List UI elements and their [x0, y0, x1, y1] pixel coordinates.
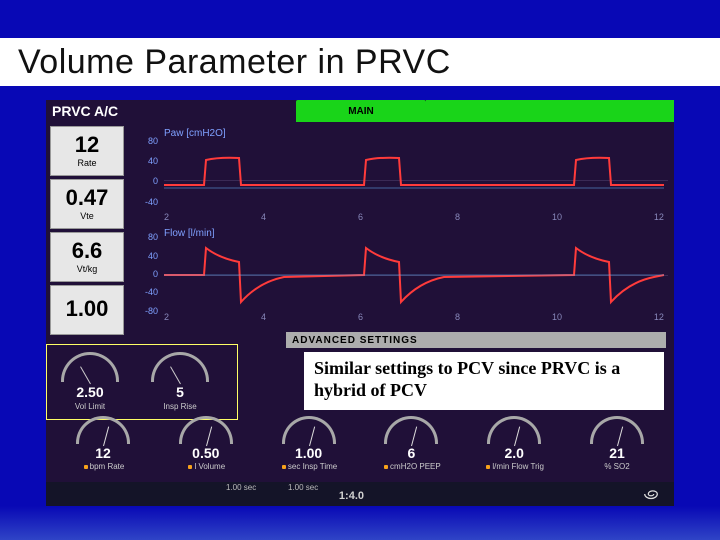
waveform-flow: Flow [l/min] 80 40 0 -40 -80 2 4 6	[130, 228, 668, 320]
callout-box: Similar settings to PCV since PRVC is a …	[304, 352, 664, 410]
mode-bar-spacer	[156, 100, 296, 122]
xtick: 10	[552, 312, 562, 322]
xtick: 2	[164, 312, 169, 322]
gauge-insp-time[interactable]: 1.00 sec Insp Time	[270, 416, 348, 480]
gauge-arc-icon	[487, 416, 541, 444]
xtick: 2	[164, 212, 169, 222]
gauge-volume[interactable]: 0.50 l Volume	[167, 416, 245, 480]
gauge-arc-icon	[282, 416, 336, 444]
gauge-arc-icon	[151, 352, 209, 382]
footer-sec2: 1.00 sec	[288, 483, 318, 492]
slide-title: Volume Parameter in PRVC	[18, 43, 451, 82]
waveform-paw-xaxis: 2 4 6 8 10 12	[164, 212, 668, 222]
gauge-so2-value: 21	[609, 445, 625, 461]
gauge-flow-trig-label: l/min Flow Trig	[484, 463, 544, 472]
swirl-icon	[640, 485, 662, 503]
gauge-vol-limit[interactable]: 2.50 Vol Limit	[52, 352, 128, 411]
waveform-flow-yaxis: 80 40 0 -40 -80	[130, 228, 160, 320]
gauge-arc-icon	[384, 416, 438, 444]
param-vte-value: 0.47	[66, 187, 109, 209]
ytick: 0	[153, 176, 158, 186]
ytick: -40	[145, 197, 158, 207]
ytick: 0	[153, 269, 158, 279]
tab-main[interactable]: MAIN	[296, 100, 426, 122]
xtick: 8	[455, 212, 460, 222]
gauge-peep-label: cmH2O PEEP	[382, 463, 441, 472]
gauge-arc-icon	[61, 352, 119, 382]
slide-footer-decoration	[0, 506, 720, 540]
slide-title-block: Volume Parameter in PRVC	[0, 38, 720, 86]
param-vte[interactable]: 0.47 Vte	[50, 179, 124, 229]
gauge-rate-label: bpm Rate	[82, 463, 125, 472]
footer-sec1: 1.00 sec	[226, 483, 256, 492]
ytick: 40	[148, 251, 158, 261]
waveform-flow-svg	[164, 240, 664, 310]
param-extra[interactable]: 1.00	[50, 285, 124, 335]
param-vtkg-value: 6.6	[72, 240, 103, 262]
xtick: 10	[552, 212, 562, 222]
gauge-rate-value: 12	[95, 445, 111, 461]
param-vtkg[interactable]: 6.6 Vt/kg	[50, 232, 124, 282]
gauge-peep[interactable]: 6 cmH2O PEEP	[372, 416, 450, 480]
waveform-flow-title: Flow [l/min]	[164, 228, 215, 239]
gauge-insp-rise[interactable]: 5 Insp Rise	[142, 352, 218, 411]
param-column: 12 Rate 0.47 Vte 6.6 Vt/kg 1.00	[50, 126, 124, 335]
gauge-vol-limit-label: Vol Limit	[75, 402, 105, 411]
ytick: 80	[148, 232, 158, 242]
waveform-paw: Paw [cmH2O] 80 40 0 -40 2 4 6 8 10	[130, 128, 668, 220]
gauge-so2[interactable]: 21 % SO2	[578, 416, 656, 480]
gauge-arc-icon	[179, 416, 233, 444]
xtick: 12	[654, 212, 664, 222]
xtick: 12	[654, 312, 664, 322]
gauge-arc-icon	[76, 416, 130, 444]
callout-text: Similar settings to PCV since PRVC is a …	[314, 358, 620, 400]
param-vtkg-label: Vt/kg	[77, 265, 98, 274]
param-extra-value: 1.00	[66, 298, 109, 320]
param-rate-label: Rate	[77, 159, 96, 168]
xtick: 6	[358, 212, 363, 222]
waveform-flow-xaxis: 2 4 6 8 10 12	[164, 312, 668, 322]
gauge-insp-time-label: sec Insp Time	[280, 463, 337, 472]
advanced-settings-row: 2.50 Vol Limit 5 Insp Rise	[52, 352, 218, 411]
param-rate-value: 12	[75, 134, 99, 156]
xtick: 4	[261, 212, 266, 222]
waveform-paw-title: Paw [cmH2O]	[164, 128, 226, 139]
param-rate[interactable]: 12 Rate	[50, 126, 124, 176]
gauge-volume-value: 0.50	[192, 445, 219, 461]
gauge-peep-value: 6	[407, 445, 415, 461]
advanced-settings-header: ADVANCED SETTINGS	[286, 332, 666, 348]
xtick: 8	[455, 312, 460, 322]
gauge-arc-icon	[590, 416, 644, 444]
gauge-insp-time-value: 1.00	[295, 445, 322, 461]
waveform-paw-svg	[164, 140, 664, 210]
gauge-volume-label: l Volume	[186, 463, 225, 472]
bottom-gauge-row: 12 bpm Rate 0.50 l Volume 1.00 sec Insp …	[46, 416, 674, 480]
mode-bar: PRVC A/C MAIN	[46, 100, 674, 122]
ventilator-screen: PRVC A/C MAIN 12 Rate 0.47 Vte 6.6 Vt/kg…	[46, 100, 674, 506]
ytick: -80	[145, 306, 158, 316]
gauge-insp-rise-label: Insp Rise	[163, 402, 196, 411]
ytick: -40	[145, 287, 158, 297]
xtick: 4	[261, 312, 266, 322]
xtick: 6	[358, 312, 363, 322]
gauge-vol-limit-value: 2.50	[76, 384, 103, 400]
mode-label[interactable]: PRVC A/C	[46, 100, 156, 122]
param-vte-label: Vte	[80, 212, 94, 221]
waveform-paw-yaxis: 80 40 0 -40	[130, 128, 160, 220]
gauge-so2-label: % SO2	[604, 463, 629, 472]
gauge-rate[interactable]: 12 bpm Rate	[64, 416, 142, 480]
waveform-area: Paw [cmH2O] 80 40 0 -40 2 4 6 8 10	[130, 128, 668, 328]
ytick: 80	[148, 136, 158, 146]
gauge-flow-trig[interactable]: 2.0 l/min Flow Trig	[475, 416, 553, 480]
ytick: 40	[148, 156, 158, 166]
gauge-flow-trig-value: 2.0	[504, 445, 523, 461]
tab-strip	[426, 100, 674, 122]
footer-ie-ratio: 1:4.0	[339, 490, 364, 502]
ventilator-footer: 1.00 sec 1.00 sec 1:4.0	[46, 482, 674, 506]
gauge-insp-rise-value: 5	[176, 384, 184, 400]
